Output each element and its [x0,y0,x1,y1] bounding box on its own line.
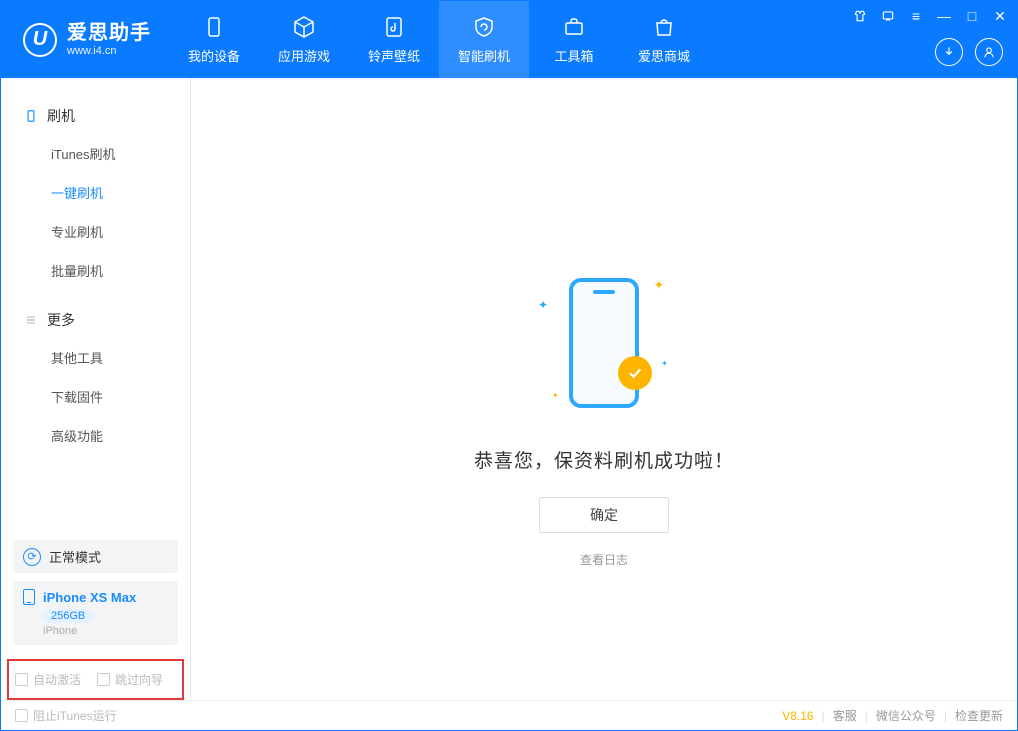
checkbox-block-itunes[interactable]: 阻止iTunes运行 [15,707,117,724]
sparkle-icon: ✦ [654,278,664,292]
device-icon [201,14,227,40]
nav-my-device[interactable]: 我的设备 [169,1,259,78]
version-label: V8.16 [782,709,813,723]
refresh-shield-icon [471,14,497,40]
sidebar-head-label: 刷机 [47,106,75,126]
device-panel: ⟳ 正常模式 iPhone XS Max 256GB iPhone [13,540,178,645]
header-actions [935,38,1003,66]
sidebar-item-pro-flash[interactable]: 专业刷机 [1,212,190,251]
feedback-icon[interactable] [879,7,897,25]
statusbar: 阻止iTunes运行 V8.16 | 客服 | 微信公众号 | 检查更新 [1,700,1017,730]
sparkle-icon: ✦ [661,359,668,368]
sidebar-head: 刷机 [1,98,190,134]
sidebar-item-batch-flash[interactable]: 批量刷机 [1,251,190,290]
footer-link-update[interactable]: 检查更新 [955,707,1003,724]
list-icon [23,312,39,328]
cube-icon [291,14,317,40]
header: U 爱思助手 www.i4.cn 我的设备 应用游戏 铃声壁纸 智能刷机 [1,1,1017,78]
close-button[interactable]: ✕ [991,7,1009,25]
sidebar-head-label: 更多 [47,310,75,330]
main-content: ✦ ✦ ✦ ✦ 恭喜您，保资料刷机成功啦！ 确定 查看日志 [191,78,1017,700]
checkbox-auto-activate[interactable]: 自动激活 [15,671,81,688]
mode-icon: ⟳ [23,548,41,566]
storage-badge: 256GB [43,609,93,623]
success-message: 恭喜您，保资料刷机成功啦！ [474,446,734,473]
device-mode-label: 正常模式 [49,547,101,566]
app-subtitle: www.i4.cn [67,45,151,58]
sparkle-icon: ✦ [552,391,559,400]
nav-label: 智能刷机 [458,46,510,65]
success-panel: ✦ ✦ ✦ ✦ 恭喜您，保资料刷机成功啦！ 确定 查看日志 [474,268,734,568]
window-controls: ≡ — □ ✕ [851,7,1009,25]
phone-icon [23,589,35,605]
sidebar-item-other-tools[interactable]: 其他工具 [1,338,190,377]
sidebar-section-flash: 刷机 iTunes刷机 一键刷机 专业刷机 批量刷机 [1,92,190,296]
app-window: U 爱思助手 www.i4.cn 我的设备 应用游戏 铃声壁纸 智能刷机 [0,0,1018,731]
sidebar: 刷机 iTunes刷机 一键刷机 专业刷机 批量刷机 更多 其他工具 下载固件 … [1,78,191,700]
sidebar-item-download-firmware[interactable]: 下载固件 [1,377,190,416]
sidebar-item-itunes-flash[interactable]: iTunes刷机 [1,134,190,173]
logo-icon: U [23,23,57,57]
phone-icon [23,108,39,124]
checkbox-skip-guide[interactable]: 跳过向导 [97,671,163,688]
minimize-button[interactable]: — [935,7,953,25]
logo-area: U 爱思助手 www.i4.cn [1,1,169,78]
footer-link-support[interactable]: 客服 [833,707,857,724]
maximize-button[interactable]: □ [963,7,981,25]
sidebar-item-advanced[interactable]: 高级功能 [1,416,190,455]
music-icon [381,14,407,40]
check-badge-icon [618,356,652,390]
nav-toolbox[interactable]: 工具箱 [529,1,619,78]
nav-ringtones-wallpapers[interactable]: 铃声壁纸 [349,1,439,78]
flash-options-highlight: 自动激活 跳过向导 [7,659,184,700]
nav-label: 我的设备 [188,46,240,65]
nav-label: 铃声壁纸 [368,46,420,65]
nav-mall[interactable]: 爱思商城 [619,1,709,78]
success-illustration: ✦ ✦ ✦ ✦ [534,268,674,418]
app-title: 爱思助手 [67,21,151,45]
footer-link-wechat[interactable]: 微信公众号 [876,707,936,724]
toolbox-icon [561,14,587,40]
device-name: iPhone XS Max [23,589,168,605]
user-icon[interactable] [975,38,1003,66]
nav-label: 应用游戏 [278,46,330,65]
sidebar-head: 更多 [1,302,190,338]
nav-label: 工具箱 [554,46,593,65]
ok-button[interactable]: 确定 [539,497,669,533]
sparkle-icon: ✦ [538,298,548,312]
device-mode[interactable]: ⟳ 正常模式 [13,540,178,573]
device-info[interactable]: iPhone XS Max 256GB iPhone [13,581,178,645]
download-icon[interactable] [935,38,963,66]
body: 刷机 iTunes刷机 一键刷机 专业刷机 批量刷机 更多 其他工具 下载固件 … [1,78,1017,700]
device-type: iPhone [43,625,168,637]
nav-label: 爱思商城 [638,46,690,65]
skin-icon[interactable] [851,7,869,25]
sidebar-section-more: 更多 其他工具 下载固件 高级功能 [1,296,190,461]
main-nav: 我的设备 应用游戏 铃声壁纸 智能刷机 工具箱 爱思商城 [169,1,709,78]
sidebar-item-oneclick-flash[interactable]: 一键刷机 [1,173,190,212]
shop-icon [651,14,677,40]
nav-apps-games[interactable]: 应用游戏 [259,1,349,78]
menu-icon[interactable]: ≡ [907,7,925,25]
nav-smart-flash[interactable]: 智能刷机 [439,1,529,78]
view-log-link[interactable]: 查看日志 [580,551,628,568]
